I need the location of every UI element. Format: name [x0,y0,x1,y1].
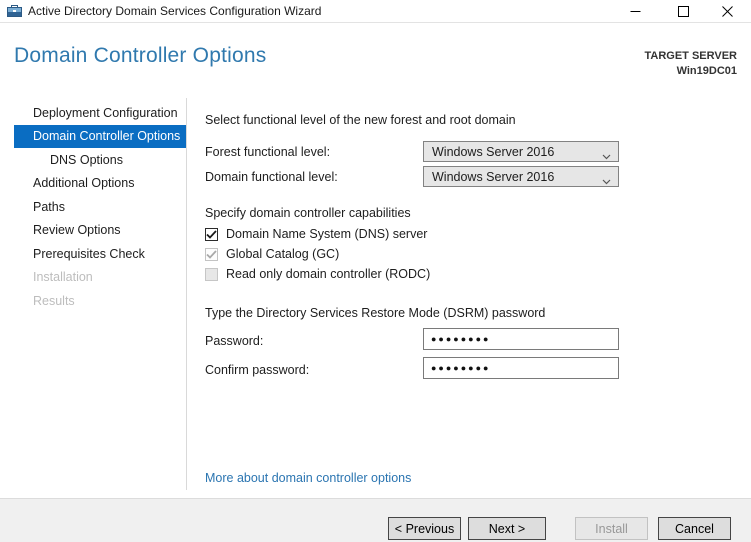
window-title: Active Directory Domain Services Configu… [28,4,322,18]
sidebar-item-dns-options[interactable]: DNS Options [14,148,186,172]
forest-functional-level-label: Forest functional level: [205,145,331,159]
adds-config-wizard-window: { "window": { "title": "Active Directory… [0,0,751,542]
sidebar-item-deployment-configuration[interactable]: Deployment Configuration [14,101,186,125]
more-about-link[interactable]: More about domain controller options [205,471,411,485]
dsrm-heading: Type the Directory Services Restore Mode… [205,306,546,320]
dns-server-checkbox-row: Domain Name System (DNS) server [205,227,427,241]
domain-functional-level-dropdown[interactable]: Windows Server 2016 [423,166,619,187]
chevron-down-icon [602,174,611,188]
dns-server-checkbox[interactable] [205,227,218,241]
sidebar-item-domain-controller-options[interactable]: Domain Controller Options [14,124,186,148]
install-button: Install [575,517,648,540]
forest-functional-level-value: Windows Server 2016 [432,144,555,159]
rodc-checkbox-label: Read only domain controller (RODC) [226,267,431,281]
forest-functional-level-dropdown[interactable]: Windows Server 2016 [423,141,619,162]
confirm-password-label: Confirm password: [205,363,310,377]
title-bar: Active Directory Domain Services Configu… [0,0,751,23]
maximize-button[interactable] [666,0,700,22]
sidebar-item-paths[interactable]: Paths [14,195,186,219]
password-input[interactable]: ●●●●●●●● [423,328,619,350]
minimize-button[interactable] [618,0,652,22]
domain-functional-level-value: Windows Server 2016 [432,169,555,184]
rodc-checkbox-row: Read only domain controller (RODC) [205,267,430,281]
target-server-name: Win19DC01 [676,65,737,77]
previous-button[interactable]: < Previous [388,517,461,540]
confirm-password-input[interactable]: ●●●●●●●● [423,357,619,379]
global-catalog-checkbox-row: Global Catalog (GC) [205,247,339,261]
functional-level-heading: Select functional level of the new fores… [205,113,516,127]
target-server-block: TARGET SERVER Win19DC01 [645,49,738,79]
password-label: Password: [205,334,264,348]
cancel-button[interactable]: Cancel [658,517,731,540]
sidebar-item-results: Results [33,293,75,308]
close-button[interactable] [710,0,744,22]
sidebar-item-installation: Installation [33,270,93,285]
rodc-checkbox [205,267,218,281]
sidebar-item-prerequisites-check[interactable]: Prerequisites Check [14,242,186,266]
chevron-down-icon [602,149,611,163]
global-catalog-checkbox [205,247,218,261]
sidebar-item-additional-options[interactable]: Additional Options [14,172,186,196]
dns-server-checkbox-label: Domain Name System (DNS) server [226,227,428,241]
sidebar-item-review-options[interactable]: Review Options [14,219,186,243]
wizard-steps-sidebar: Deployment Configuration Domain Controll… [14,101,186,313]
domain-functional-level-label: Domain functional level: [205,170,338,184]
next-button[interactable]: Next > [468,517,546,540]
capabilities-heading: Specify domain controller capabilities [205,206,411,220]
sidebar-divider [186,98,187,490]
global-catalog-checkbox-label: Global Catalog (GC) [226,247,340,261]
server-manager-toolbox-icon [7,4,22,18]
page-title: Domain Controller Options [14,44,267,67]
target-server-label: TARGET SERVER [644,50,738,62]
